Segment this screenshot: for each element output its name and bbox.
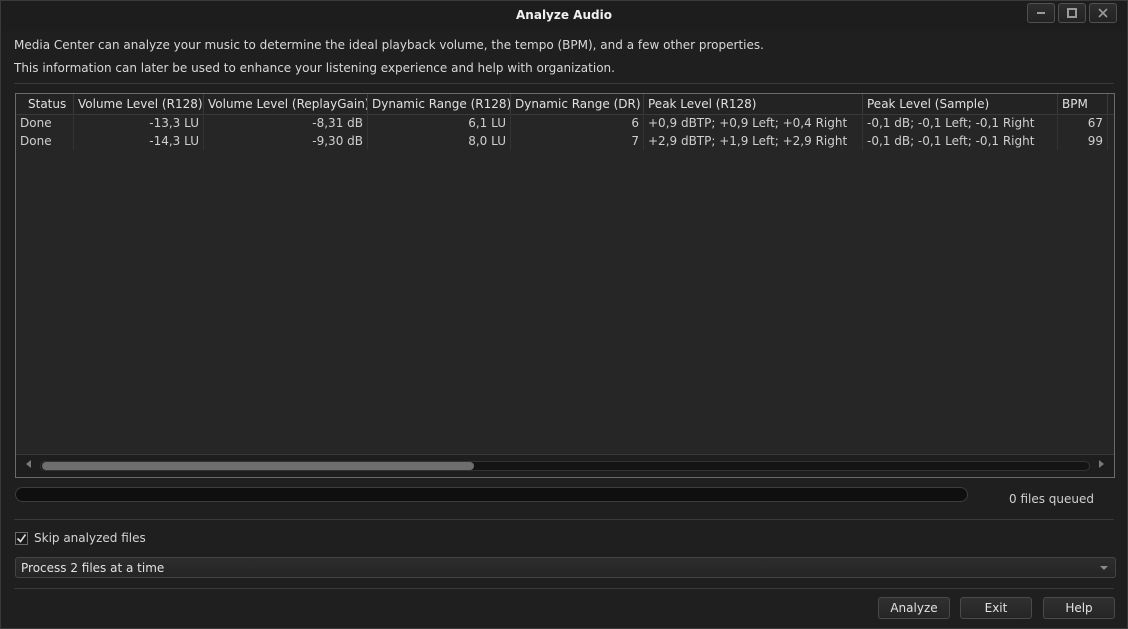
- horizontal-scrollbar[interactable]: [16, 454, 1114, 477]
- checkmark-icon: [16, 533, 27, 543]
- cell-volume-replaygain: -8,31 dB: [204, 114, 368, 132]
- cell-dynamic-range-dr: 6: [511, 114, 644, 132]
- description-line-2: This information can later be used to en…: [14, 61, 615, 75]
- cell-volume-r128: -13,3 LU: [74, 114, 204, 132]
- description-line-1: Media Center can analyze your music to d…: [14, 38, 764, 52]
- cell-volume-replaygain: -9,30 dB: [204, 132, 368, 150]
- scroll-track[interactable]: [40, 461, 1090, 471]
- skip-analyzed-checkbox[interactable]: [15, 531, 28, 545]
- divider: [14, 519, 1114, 520]
- column-header-status[interactable]: Status: [16, 94, 74, 114]
- table-row[interactable]: Done -14,3 LU -9,30 dB 8,0 LU 7 +2,9 dBT…: [16, 132, 1114, 150]
- column-header-dynamic-range-r128[interactable]: Dynamic Range (R128): [368, 94, 511, 114]
- scroll-right-icon[interactable]: [1099, 460, 1104, 468]
- files-queued-label: 0 files queued: [1009, 492, 1095, 506]
- chevron-down-icon: [1100, 566, 1108, 570]
- minimize-button[interactable]: [1027, 3, 1055, 23]
- table-row[interactable]: Done -13,3 LU -8,31 dB 6,1 LU 6 +0,9 dBT…: [16, 114, 1114, 132]
- minimize-icon: [1037, 12, 1045, 14]
- title-bar: Analyze Audio: [1, 1, 1127, 31]
- help-button[interactable]: Help: [1043, 597, 1115, 619]
- analysis-progress-bar: [15, 487, 968, 502]
- skip-analyzed-option[interactable]: Skip analyzed files: [15, 531, 146, 545]
- cell-peak-r128: +0,9 dBTP; +0,9 Left; +0,4 Right: [644, 114, 863, 132]
- divider: [14, 588, 1114, 589]
- maximize-icon: [1067, 8, 1077, 18]
- table-header: Status Volume Level (R128) Volume Level …: [16, 94, 1114, 115]
- cell-peak-sample: -0,1 dB; -0,1 Left; -0,1 Right: [863, 132, 1058, 150]
- column-header-volume-r128[interactable]: Volume Level (R128): [74, 94, 204, 114]
- close-icon: [1098, 8, 1108, 18]
- cell-dynamic-range-r128: 8,0 LU: [368, 132, 511, 150]
- column-header-peak-r128[interactable]: Peak Level (R128): [644, 94, 863, 114]
- skip-analyzed-label: Skip analyzed files: [34, 531, 146, 545]
- cell-dynamic-range-r128: 6,1 LU: [368, 114, 511, 132]
- cell-peak-r128: +2,9 dBTP; +1,9 Left; +2,9 Right: [644, 132, 863, 150]
- close-button[interactable]: [1089, 3, 1117, 23]
- maximize-button[interactable]: [1058, 3, 1086, 23]
- column-header-bpm[interactable]: BPM: [1058, 94, 1108, 114]
- results-table[interactable]: Status Volume Level (R128) Volume Level …: [15, 93, 1115, 478]
- column-header-dynamic-range-dr[interactable]: Dynamic Range (DR): [511, 94, 644, 114]
- process-files-dropdown[interactable]: Process 2 files at a time: [15, 557, 1116, 578]
- scroll-left-icon[interactable]: [26, 460, 31, 468]
- cell-status: Done: [16, 132, 74, 150]
- exit-button[interactable]: Exit: [960, 597, 1032, 619]
- cell-dynamic-range-dr: 7: [511, 132, 644, 150]
- analyze-audio-dialog: Analyze Audio Media Center can analyze y…: [0, 0, 1128, 629]
- process-files-selected: Process 2 files at a time: [21, 561, 165, 575]
- cell-status: Done: [16, 114, 74, 132]
- window-title: Analyze Audio: [516, 8, 612, 22]
- window-controls: [1027, 3, 1117, 23]
- cell-volume-r128: -14,3 LU: [74, 132, 204, 150]
- cell-peak-sample: -0,1 dB; -0,1 Left; -0,1 Right: [863, 114, 1058, 132]
- column-header-volume-replaygain[interactable]: Volume Level (ReplayGain): [204, 94, 368, 114]
- scroll-thumb[interactable]: [42, 462, 474, 470]
- analyze-button[interactable]: Analyze: [878, 597, 950, 619]
- cell-bpm: 99: [1058, 132, 1108, 150]
- divider: [14, 83, 1114, 84]
- column-header-peak-sample[interactable]: Peak Level (Sample): [863, 94, 1058, 114]
- cell-bpm: 67: [1058, 114, 1108, 132]
